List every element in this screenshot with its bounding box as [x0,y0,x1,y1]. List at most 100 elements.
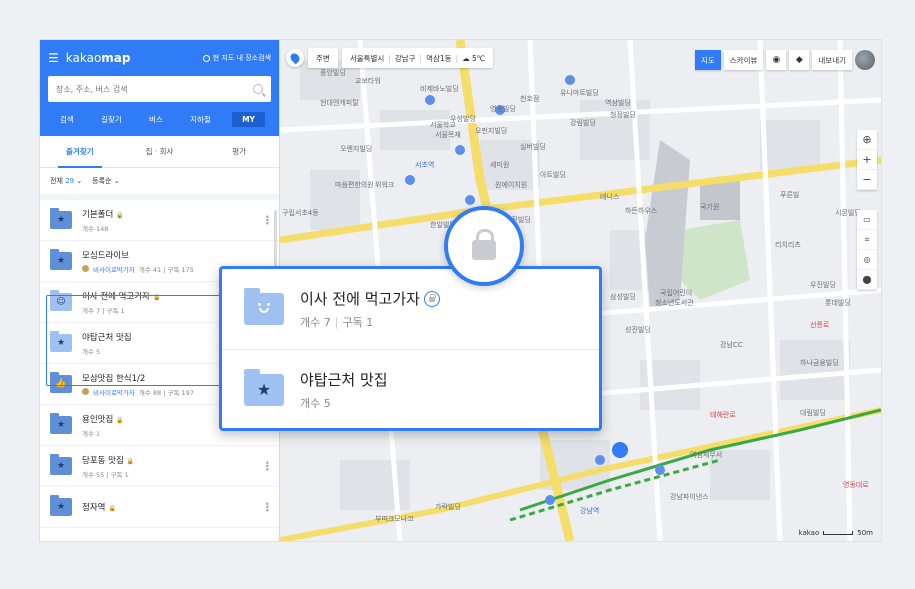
map-label: 테헤란로 [710,411,736,419]
streetview-icon[interactable]: ◉ [766,50,787,70]
list-item[interactable]: ★ 기본폴더 🔒 개수 148 ••• [40,200,279,241]
filter-all-label: 전체 [50,177,63,185]
separator: | [419,53,423,63]
tab-home-work[interactable]: 집 · 회사 [120,136,200,167]
ruler-icon[interactable]: ▭ [857,210,877,230]
popup-title: 이사 전에 먹고가자 [300,290,420,308]
map-label: 부띠크모나코 [375,515,414,523]
map-label: 서울학교 [430,121,456,129]
map-label: 실버빌딩 [520,143,546,151]
search-icon[interactable] [253,84,263,94]
map-label: 삼성빌딩 [610,293,636,301]
lock-icon [423,290,440,307]
star-folder-icon: ★ [50,413,72,434]
map-label: 마음편한의원 [335,181,374,189]
popup-item-moving[interactable]: 이사 전에 먹고가자 개수 7 | 구독 1 [222,269,599,349]
map-label: 서초역 [415,161,435,169]
owner-avatar [82,388,89,395]
map-scope-search-toggle[interactable]: 현 지도 내 장소검색 [202,53,271,63]
list-item[interactable]: ★ 당포동 맛집 🔒 개수 55 | 구독 1 ••• [40,446,279,487]
map-label: 현대엔캐피탈 [320,99,359,107]
sub-tabs: 즐겨찾기 집 · 회사 평가 [40,136,279,168]
map-label: 영동빌딩 [490,105,516,113]
lock-icon: 🔒 [152,293,161,301]
map-label: 국립어린이 [660,289,693,297]
location-icon[interactable]: ⬤ [857,270,877,290]
lock-icon [472,229,496,260]
popup-count: 개수 5 [300,396,331,410]
folder-owner[interactable]: 비사이로막가자 [93,264,135,274]
popup-item-yatap[interactable]: ★ 야탑근처 맛집 개수 5 [222,349,599,429]
thumb-folder-icon: 👍 [50,372,72,393]
search-input[interactable] [56,84,226,94]
filter-count: 29 [65,177,75,185]
map-tools: ▭ ⌗ ◎ ⬤ [857,210,877,290]
sort-dropdown[interactable]: 등록순 ⌄ [92,176,119,186]
folder-title: 당포동 맛집 [82,455,124,466]
map-label: 가락빌딩 [435,503,461,511]
star-folder-icon: ★ [50,495,72,516]
export-button[interactable]: 내보내기 [812,50,852,70]
search-box [48,76,271,102]
map-label: 강남파이낸스 [670,493,709,501]
map-label: 유니마트빌딩 [560,89,599,97]
avatar[interactable] [855,50,875,70]
map-label: 중앙빌딩 [320,69,346,77]
tab-search[interactable]: 검색 [54,111,80,128]
layers-icon[interactable]: ◆ [789,50,810,70]
tab-my[interactable]: MY [232,112,265,127]
map-label: 아트빌딩 [540,171,566,179]
map-label: 리치리츠 [775,241,801,249]
compass-icon[interactable]: ⊕ [857,130,877,150]
tab-favorites[interactable]: 즐겨찾기 [40,136,120,168]
radius-icon[interactable]: ◎ [857,250,877,270]
folder-meta: 개수 7 | 구독 1 [82,306,125,315]
region-breadcrumb[interactable]: 서울특별시 | 강남구 | 역삼1동 | ☁ 5℃ [341,48,494,68]
map-mode-button[interactable]: 지도 [694,50,721,70]
skyview-button[interactable]: 스카이뷰 [723,50,764,70]
folder-meta: 개수 148 [82,224,109,233]
logo-text-a: kakao [65,51,102,65]
map-label: 영동대로 [843,481,869,489]
nearby-button[interactable]: 주변 [308,48,338,68]
filter-all-dropdown[interactable]: 전체 29 ⌄ [50,176,82,186]
map-label: 테니스 [600,193,620,201]
map-label: 우진빌딩 [810,281,836,289]
tab-directions[interactable]: 길찾기 [95,111,128,128]
logo-text-b: map [101,51,131,65]
more-icon[interactable]: ••• [261,214,271,224]
location-pin-button[interactable] [286,49,304,67]
smile-folder-icon [244,288,284,325]
chevron-down-icon: ⌄ [76,177,83,185]
area-icon[interactable]: ⌗ [857,230,877,250]
tab-reviews[interactable]: 평가 [199,136,279,167]
map-label: 천호점 [520,95,540,103]
region-city: 서울특별시 [349,53,385,63]
map-toolbar: 주변 서울특별시 | 강남구 | 역삼1동 | ☁ 5℃ [286,48,494,68]
separator: | [334,316,339,329]
map-label: 비제바노빌딩 [420,85,459,93]
tab-bus[interactable]: 버스 [143,111,169,128]
map-view-toolbar: 지도 스카이뷰 ◉ ◆ 내보내기 [694,50,875,70]
menu-icon[interactable]: ☰ [48,51,59,65]
lock-callout [444,206,524,286]
folder-owner[interactable]: 비사이로막가자 [93,387,135,397]
map-label: 청정빌딩 [610,111,636,119]
region-district: 강남구 [394,53,416,63]
folder-meta: 개수 1 [82,429,101,438]
zoom-in-button[interactable]: + [857,150,877,170]
zoom-out-button[interactable]: − [857,170,877,190]
list-item[interactable]: ★ 정자역 🔒 ••• [40,487,279,528]
panel-header: ☰ kakaomap 현 지도 내 장소검색 검색 길찾기 버스 지하철 MY [40,40,279,136]
map-label: 하든하우스 [625,207,658,215]
more-icon[interactable]: ••• [261,501,271,511]
scale-brand: kakao [798,529,820,537]
more-icon[interactable]: ••• [261,460,271,470]
map-label: 성진빌딩 [625,326,651,334]
star-folder-icon: ★ [50,208,72,229]
tab-subway[interactable]: 지하철 [184,111,217,128]
scale-bar [823,531,854,535]
map-label: 구립서초4동 [282,209,319,217]
smile-icon [255,302,273,316]
kakaomap-logo[interactable]: kakaomap [66,51,131,65]
